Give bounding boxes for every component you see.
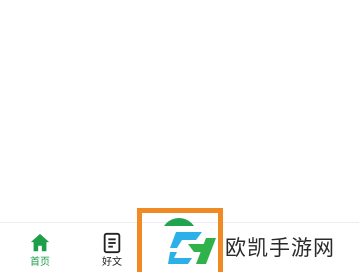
ok-logo-icon	[168, 232, 216, 264]
document-icon	[103, 232, 121, 254]
tab-articles[interactable]: 好文	[92, 232, 132, 272]
tab-home-label: 首页	[30, 257, 50, 268]
tab-home[interactable]: 首页	[20, 232, 60, 272]
home-icon	[30, 233, 50, 252]
watermark-text: 欧凯手游网	[225, 236, 335, 260]
content-area	[0, 0, 359, 222]
tab-articles-label: 好文	[102, 257, 122, 268]
app-screen: 首页 好文 欧凯手游网	[0, 0, 359, 272]
watermark: 欧凯手游网	[168, 226, 359, 272]
